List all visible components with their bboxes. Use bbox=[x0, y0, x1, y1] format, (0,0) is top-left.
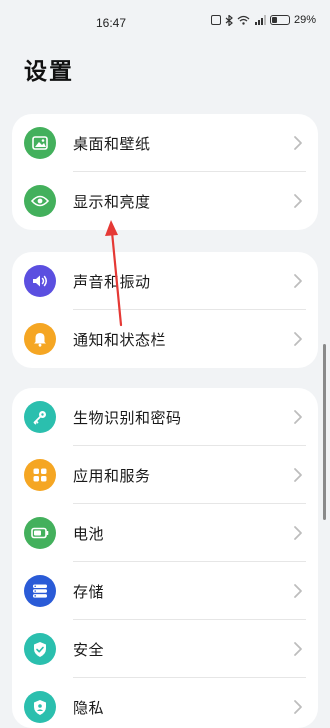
scrollbar[interactable] bbox=[323, 344, 326, 520]
status-icons: 29% bbox=[210, 14, 316, 26]
apps-icon bbox=[24, 459, 56, 491]
settings-item-apps[interactable]: 应用和服务 bbox=[12, 446, 318, 504]
settings-item-wallpaper[interactable]: 桌面和壁纸 bbox=[12, 114, 318, 172]
chevron-right-icon bbox=[294, 700, 302, 714]
speaker-icon bbox=[24, 265, 56, 297]
settings-item-label: 桌面和壁纸 bbox=[73, 134, 151, 153]
storage-icon bbox=[24, 575, 56, 607]
settings-item-label: 生物识别和密码 bbox=[73, 408, 182, 427]
settings-item-label: 隐私 bbox=[73, 698, 105, 717]
settings-item-biometrics[interactable]: 生物识别和密码 bbox=[12, 388, 318, 446]
chevron-right-icon bbox=[294, 468, 302, 482]
signal-icon bbox=[254, 15, 266, 25]
nfc-icon bbox=[210, 15, 221, 25]
settings-item-label: 通知和状态栏 bbox=[73, 330, 167, 349]
chevron-right-icon bbox=[294, 526, 302, 540]
settings-item-label: 应用和服务 bbox=[73, 466, 151, 485]
battery-status-icon bbox=[269, 15, 290, 25]
settings-group-system: 生物识别和密码 应用和服务 电池 存储 安全 隐私 bbox=[12, 388, 318, 728]
chevron-right-icon bbox=[294, 642, 302, 656]
settings-item-battery[interactable]: 电池 bbox=[12, 504, 318, 562]
settings-item-label: 显示和亮度 bbox=[73, 192, 151, 211]
settings-item-label: 安全 bbox=[73, 640, 105, 659]
settings-item-label: 电池 bbox=[73, 524, 105, 543]
chevron-right-icon bbox=[294, 194, 302, 208]
chevron-right-icon bbox=[294, 332, 302, 346]
wallpaper-icon bbox=[24, 127, 56, 159]
settings-item-sound[interactable]: 声音和振动 bbox=[12, 252, 318, 310]
eye-icon bbox=[24, 185, 56, 217]
page-title: 设置 bbox=[24, 59, 74, 85]
settings-item-display[interactable]: 显示和亮度 bbox=[12, 172, 318, 230]
status-bar: 16:47 29% bbox=[0, 0, 330, 44]
chevron-right-icon bbox=[294, 136, 302, 150]
chevron-right-icon bbox=[294, 410, 302, 424]
settings-item-notifications[interactable]: 通知和状态栏 bbox=[12, 310, 318, 368]
settings-item-storage[interactable]: 存储 bbox=[12, 562, 318, 620]
settings-item-label: 声音和振动 bbox=[73, 272, 151, 291]
settings-group-sound: 声音和振动 通知和状态栏 bbox=[12, 252, 318, 368]
bluetooth-icon bbox=[225, 14, 233, 26]
settings-item-privacy[interactable]: 隐私 bbox=[12, 678, 318, 728]
settings-item-security[interactable]: 安全 bbox=[12, 620, 318, 678]
privacy-icon bbox=[24, 691, 56, 723]
battery-icon bbox=[24, 517, 56, 549]
battery-percent: 29% bbox=[293, 14, 316, 26]
settings-item-label: 存储 bbox=[73, 582, 105, 601]
key-icon bbox=[24, 401, 56, 433]
wifi-icon bbox=[237, 15, 250, 25]
shield-icon bbox=[24, 633, 56, 665]
chevron-right-icon bbox=[294, 584, 302, 598]
chevron-right-icon bbox=[294, 274, 302, 288]
settings-group-display: 桌面和壁纸 显示和亮度 bbox=[12, 114, 318, 230]
status-time: 16:47 bbox=[96, 16, 127, 30]
bell-icon bbox=[24, 323, 56, 355]
